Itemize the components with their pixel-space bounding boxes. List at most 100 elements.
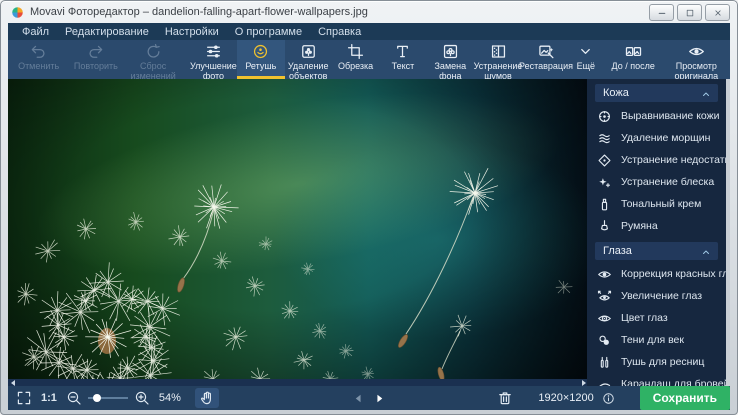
- panel-item-eye-enlarge[interactable]: Увеличение глаз: [587, 285, 726, 307]
- panel-item-blemish-removal[interactable]: Устранение недостатков: [587, 149, 726, 171]
- section-title: Кожа: [603, 87, 629, 99]
- panel-scrollbar[interactable]: [726, 79, 730, 386]
- panel-item-shine-removal[interactable]: Устранение блеска: [587, 171, 726, 193]
- toolbar-button-before-after[interactable]: До / после: [602, 40, 665, 79]
- toolbar-button-label: Реставрация: [519, 61, 573, 71]
- toolbar-button-text[interactable]: Текст: [379, 40, 426, 79]
- panel-item-brow-pencil[interactable]: Карандаш для бровей: [587, 373, 726, 386]
- hand-icon: [199, 390, 215, 406]
- next-image-button[interactable]: [374, 393, 385, 404]
- retouch-panel: Кожа Выравнивание кожиУдаление морщин Устр…: [587, 79, 726, 386]
- toolbar-button-label: Сброс изменений: [125, 61, 182, 81]
- screen: Movavi Фоторедактор – dandelion-falling-…: [0, 0, 738, 415]
- toolbar-button-label: Улучшение фото: [190, 61, 237, 81]
- toolbar: Отменить Повторить Сброс изменений Улучшени…: [8, 40, 730, 79]
- save-button[interactable]: Сохранить: [640, 386, 730, 410]
- panel-item-label: Тени для век: [621, 334, 684, 346]
- panel-item-foundation[interactable]: Тональный крем: [587, 193, 726, 215]
- toolbar-button-label: Повторить: [74, 61, 118, 71]
- menu-item-edit[interactable]: Редактирование: [57, 25, 157, 39]
- crop-icon: [347, 43, 364, 60]
- title-bar[interactable]: Movavi Фоторедактор – dandelion-falling-…: [1, 1, 737, 23]
- zoom-slider[interactable]: [88, 397, 128, 399]
- toolbar-button-crop[interactable]: Обрезка: [332, 40, 379, 79]
- panel-item-label: Цвет глаз: [621, 312, 668, 324]
- panel-item-label: Устранение блеска: [621, 176, 714, 188]
- reset-icon: [145, 43, 162, 60]
- panel-item-label: Тональный крем: [621, 198, 701, 210]
- panel-item-eyeshadow[interactable]: Тени для век: [587, 329, 726, 351]
- scroll-right-icon[interactable]: [582, 380, 586, 386]
- zoom-out-button[interactable]: [66, 390, 82, 406]
- canvas-horizontal-scrollbar[interactable]: [8, 379, 589, 386]
- zoom-in-button[interactable]: [134, 390, 150, 406]
- delete-image-button[interactable]: [497, 390, 513, 406]
- eye-color-icon: [597, 311, 612, 326]
- red-eye-icon: [597, 267, 612, 282]
- toolbar-button-label: Удаление объектов: [285, 61, 332, 81]
- panel-item-label: Увеличение глаз: [621, 290, 702, 302]
- toolbar-button-denoise[interactable]: Устранение шумов: [474, 40, 522, 79]
- restoration-icon: [538, 43, 555, 60]
- info-icon[interactable]: [602, 392, 615, 405]
- menu-item-about[interactable]: О программе: [227, 25, 310, 39]
- enhance-icon: [205, 43, 222, 60]
- menu-item-settings[interactable]: Настройки: [157, 25, 227, 39]
- section-title: Глаза: [603, 245, 632, 257]
- toolbar-button-reset[interactable]: Сброс изменений: [125, 40, 182, 79]
- maximize-button[interactable]: [677, 4, 702, 21]
- close-button[interactable]: [705, 4, 730, 21]
- toolbar-button-enhance[interactable]: Улучшение фото: [190, 40, 237, 79]
- background-icon: [442, 43, 459, 60]
- toolbar-button-object-removal[interactable]: Удаление объектов: [285, 40, 332, 79]
- panel-item-wrinkle-removal[interactable]: Удаление морщин: [587, 127, 726, 149]
- hand-tool-button[interactable]: [195, 388, 219, 408]
- toolbar-button-view-original[interactable]: Просмотр оригинала: [665, 40, 728, 79]
- brow-pencil-icon: [597, 377, 612, 387]
- section-header-eyes[interactable]: Глаза: [595, 242, 718, 260]
- denoise-icon: [490, 43, 507, 60]
- wrinkle-icon: [597, 131, 612, 146]
- menu-item-help[interactable]: Справка: [310, 25, 369, 39]
- panel-item-eye-color[interactable]: Цвет глаз: [587, 307, 726, 329]
- toolbar-button-label: Ещё: [577, 61, 595, 71]
- menu-bar: ФайлРедактированиеНастройкиО программеСп…: [8, 23, 730, 40]
- actual-size-button[interactable]: 1:1: [41, 392, 57, 404]
- toolbar-button-retouch[interactable]: Ретушь: [237, 40, 284, 79]
- movavi-logo-icon: [11, 6, 24, 19]
- fit-to-screen-button[interactable]: [16, 390, 32, 406]
- previous-image-button[interactable]: [353, 393, 364, 404]
- toolbar-button-label: Ретушь: [245, 61, 276, 71]
- panel-item-label: Румяна: [621, 220, 658, 232]
- panel-item-red-eye[interactable]: Коррекция красных глаз: [587, 263, 726, 285]
- foundation-icon: [597, 197, 612, 212]
- toolbar-button-label: Устранение шумов: [474, 61, 523, 81]
- panel-item-blush[interactable]: Румяна: [587, 215, 726, 237]
- window-title: Movavi Фоторедактор – dandelion-falling-…: [30, 6, 368, 18]
- minimize-button[interactable]: [649, 4, 674, 21]
- window-controls: [649, 4, 730, 21]
- retouch-icon: [252, 43, 269, 60]
- panel-item-label: Устранение недостатков: [621, 154, 726, 166]
- toolbar-button-redo[interactable]: Повторить: [67, 40, 124, 79]
- zoom-slider-knob[interactable]: [93, 394, 101, 402]
- panel-item-label: Коррекция красных глаз: [621, 268, 726, 280]
- photo-canvas[interactable]: [8, 79, 589, 379]
- toolbar-button-label: Просмотр оригинала: [665, 61, 728, 81]
- toolbar-button-label: Обрезка: [338, 61, 373, 71]
- toolbar-button-more[interactable]: Ещё: [570, 40, 602, 79]
- section-header-skin[interactable]: Кожа: [595, 84, 718, 102]
- panel-item-mascara[interactable]: Тушь для ресниц: [587, 351, 726, 373]
- toolbar-button-undo[interactable]: Отменить: [10, 40, 67, 79]
- toolbar-button-background[interactable]: Замена фона: [427, 40, 474, 79]
- undo-icon: [30, 43, 47, 60]
- toolbar-button-label: До / после: [612, 61, 655, 71]
- panel-item-skin-evening[interactable]: Выравнивание кожи: [587, 105, 726, 127]
- menu-item-file[interactable]: Файл: [14, 25, 57, 39]
- toolbar-button-restoration[interactable]: Реставрация: [522, 40, 570, 79]
- status-bar: 1:1 54% 1920×1200 Сохранить: [8, 386, 730, 410]
- image-navigation: [353, 386, 385, 410]
- before-after-icon: [625, 43, 642, 60]
- scroll-left-icon[interactable]: [11, 380, 15, 386]
- image-dimensions: 1920×1200: [538, 392, 593, 404]
